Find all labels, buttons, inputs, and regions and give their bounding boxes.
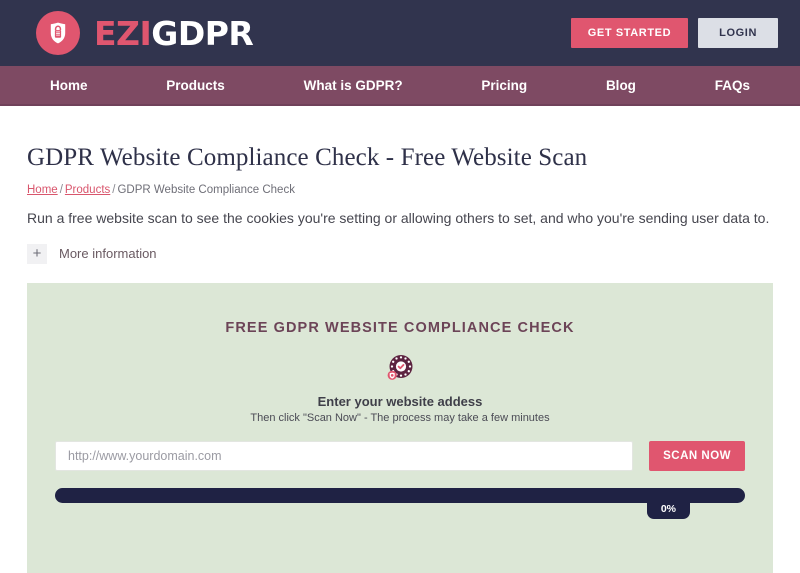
more-information-label: More information (59, 246, 157, 262)
nav-item-home[interactable]: Home (50, 78, 88, 93)
page-content: GDPR Website Compliance Check - Free Web… (0, 144, 800, 573)
scan-form: SCAN NOW (55, 440, 745, 471)
breadcrumb: Home / Products / GDPR Website Compliance Ch… (27, 184, 773, 196)
nav-item-pricing[interactable]: Pricing (481, 78, 527, 93)
scan-progress: 0% (55, 487, 745, 519)
shield-lock-icon (36, 11, 80, 55)
brand-wordmark-ezi: EZI (94, 13, 152, 53)
breadcrumb-link-products[interactable]: Products (65, 184, 110, 196)
brand-wordmark-gdpr: GDPR (151, 13, 254, 53)
get-started-button[interactable]: GET STARTED (570, 18, 689, 48)
website-url-input[interactable] (55, 440, 634, 471)
brand-logo[interactable]: EZIGDPR (36, 11, 254, 55)
progress-bar-track (55, 487, 745, 503)
nav-item-what-is-gdpr[interactable]: What is GDPR? (304, 78, 403, 93)
top-header-bar: EZIGDPR GET STARTED LOGIN (0, 0, 800, 66)
page-description: Run a free website scan to see the cooki… (27, 210, 770, 226)
plus-icon: + (27, 243, 47, 264)
navigation-items: Home Products What is GDPR? Pricing Blog… (20, 78, 780, 93)
brand-wordmark: EZIGDPR (94, 13, 254, 53)
nav-item-products[interactable]: Products (166, 78, 225, 93)
main-navigation: Home Products What is GDPR? Pricing Blog… (0, 66, 800, 106)
breadcrumb-separator: / (59, 184, 63, 196)
scan-panel-heading: FREE GDPR WEBSITE COMPLIANCE CHECK (225, 319, 575, 336)
breadcrumb-link-home[interactable]: Home (27, 184, 58, 196)
progress-percent-badge: 0% (646, 499, 690, 519)
top-actions: GET STARTED LOGIN (570, 18, 778, 48)
login-button[interactable]: LOGIN (698, 18, 778, 48)
nav-item-blog[interactable]: Blog (606, 78, 636, 93)
scan-panel-subheading: Enter your website addess (317, 393, 483, 409)
scan-now-button[interactable]: SCAN NOW (649, 440, 745, 471)
page-title: GDPR Website Compliance Check - Free Web… (27, 144, 588, 171)
breadcrumb-current: GDPR Website Compliance Check (117, 184, 295, 196)
scan-panel-subtext: Then click "Scan Now" - The process may … (250, 411, 550, 424)
gdpr-check-badge-icon (27, 351, 773, 385)
more-information-toggle[interactable]: + More information (27, 243, 157, 264)
nav-item-faqs[interactable]: FAQs (715, 78, 750, 93)
scan-panel: FREE GDPR WEBSITE COMPLIANCE CHECK Enter… (27, 282, 773, 573)
